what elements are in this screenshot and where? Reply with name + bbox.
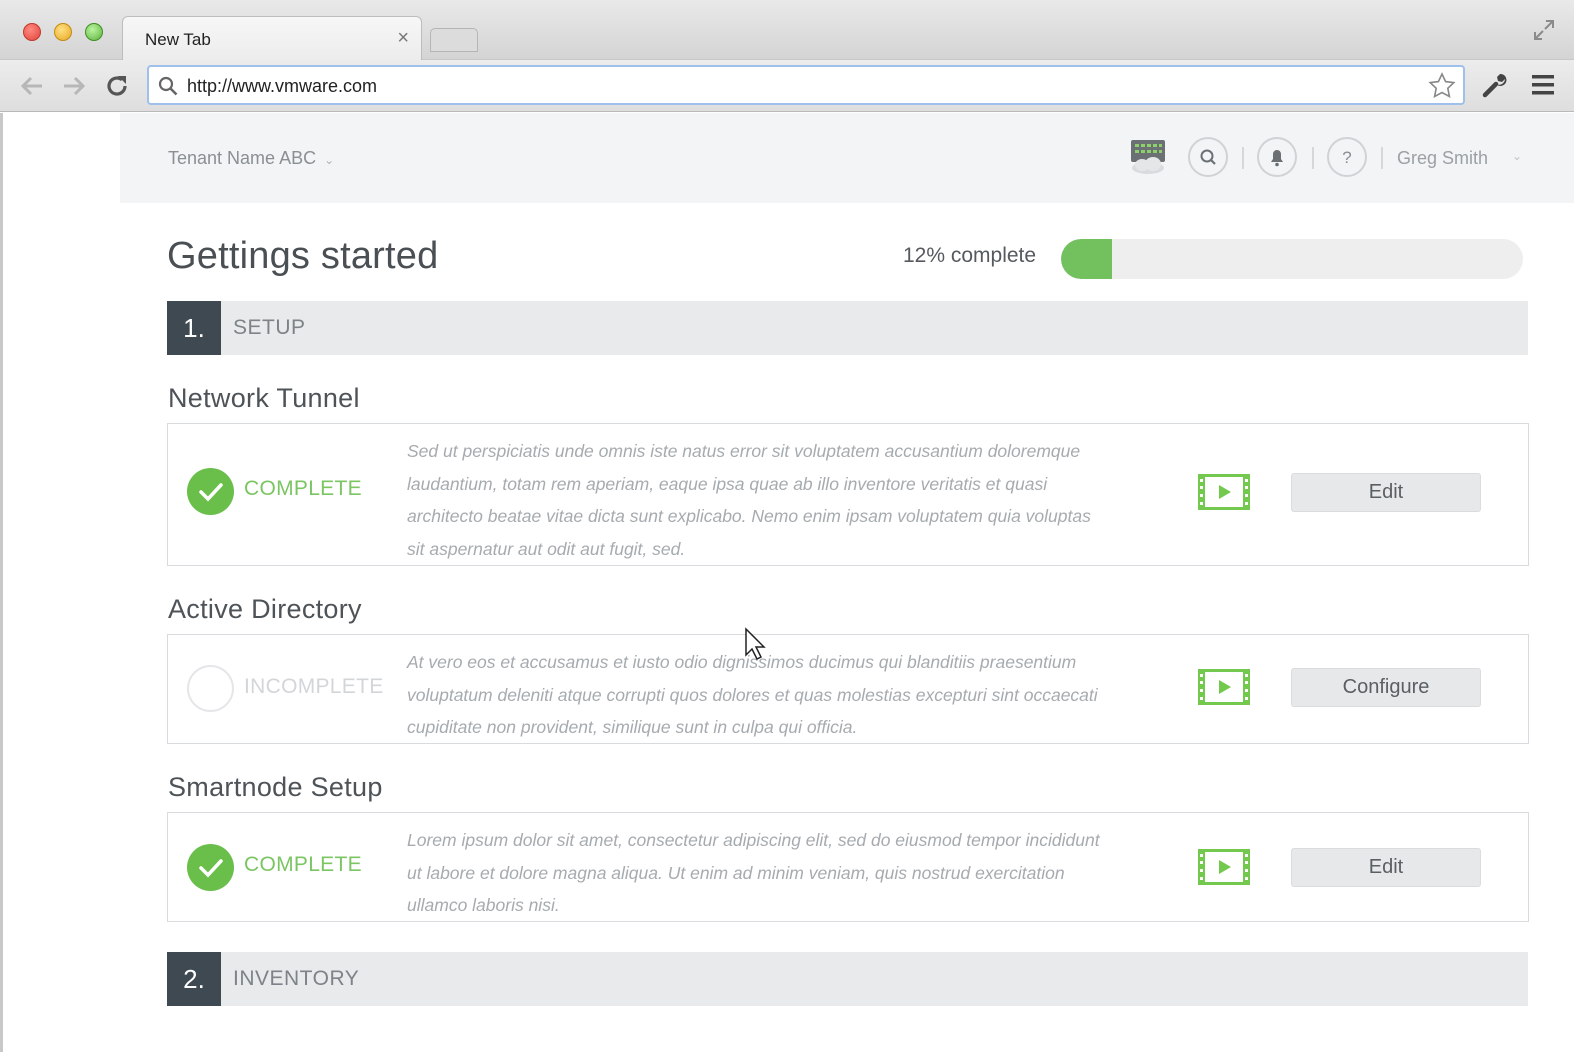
item-title-smartnode-setup: Smartnode Setup (168, 772, 383, 802)
svg-text:?: ? (1342, 148, 1351, 167)
header-help-button[interactable]: ? (1327, 137, 1367, 177)
mouse-cursor-icon (745, 627, 766, 661)
hamburger-menu-icon[interactable] (1530, 72, 1556, 98)
help-icon: ? (1342, 148, 1351, 167)
section-label: INVENTORY (233, 967, 360, 990)
minimize-window-button[interactable] (54, 23, 72, 41)
progress-label: 12% complete (903, 244, 1037, 267)
progress-bar-fill (1061, 239, 1112, 279)
address-bar[interactable]: http://www.vmware.com (147, 65, 1465, 105)
section-label: SETUP (233, 316, 306, 339)
video-icon[interactable] (1198, 669, 1250, 705)
configure-button[interactable]: Configure (1291, 668, 1481, 707)
chevron-down-icon: ⌄ (324, 153, 335, 167)
section-header-inventory[interactable]: 2. INVENTORY (167, 952, 1528, 1006)
setup-card-smartnode-setup: COMPLETE Lorem ipsum dolor sit amet, con… (167, 812, 1529, 922)
apps-cloud-icon[interactable] (1128, 138, 1168, 176)
header-notifications-button[interactable] (1257, 137, 1297, 177)
new-tab-button[interactable] (430, 28, 478, 52)
chevron-down-icon[interactable]: ⌄ (1512, 149, 1522, 163)
tab-close-icon[interactable]: × (397, 27, 409, 50)
divider (1312, 147, 1314, 169)
close-window-button[interactable] (23, 23, 41, 41)
tenant-name: Tenant Name ABC (168, 148, 317, 168)
check-icon (187, 468, 234, 515)
tab-title: New Tab (145, 30, 211, 49)
item-title-active-directory: Active Directory (168, 594, 362, 624)
search-icon (158, 76, 178, 96)
wrench-icon[interactable] (1480, 70, 1510, 100)
setup-card-active-directory: INCOMPLETE At vero eos et accusamus et i… (167, 634, 1529, 744)
status-badge: INCOMPLETE (244, 675, 384, 698)
status-badge: COMPLETE (244, 853, 362, 876)
browser-titlebar: New Tab × (0, 0, 1574, 61)
section-number: 1. (167, 301, 221, 355)
fullscreen-icon[interactable] (1532, 18, 1556, 42)
forward-arrow-icon[interactable] (60, 72, 88, 100)
search-icon (1200, 149, 1216, 165)
item-description: Sed ut perspiciatis unde omnis iste natu… (407, 441, 1091, 560)
status-badge: COMPLETE (244, 477, 362, 500)
browser-tab[interactable]: New Tab × (122, 16, 422, 61)
divider (1242, 147, 1244, 169)
empty-circle-icon (187, 665, 234, 712)
section-number: 2. (167, 952, 221, 1006)
section-header-setup[interactable]: 1. SETUP (167, 301, 1528, 355)
item-title-network-tunnel: Network Tunnel (168, 383, 360, 413)
reload-icon[interactable] (103, 72, 131, 100)
tenant-selector[interactable]: Tenant Name ABC ⌄ (168, 148, 334, 169)
back-arrow-icon[interactable] (18, 72, 46, 100)
bell-icon (1271, 150, 1283, 167)
check-icon (187, 844, 234, 891)
edit-button[interactable]: Edit (1291, 473, 1481, 512)
bookmark-star-icon[interactable] (1427, 71, 1457, 101)
edit-button[interactable]: Edit (1291, 848, 1481, 887)
page-title: Gettings started (167, 235, 439, 277)
video-icon[interactable] (1198, 849, 1250, 885)
header-search-button[interactable] (1188, 137, 1228, 177)
zoom-window-button[interactable] (85, 23, 103, 41)
progress-bar (1061, 239, 1523, 279)
user-menu[interactable]: Greg Smith (1397, 148, 1488, 169)
page-content: Tenant Name ABC ⌄ ? Greg Smith ⌄ Getting… (0, 113, 1574, 1052)
item-description: Lorem ipsum dolor sit amet, consectetur … (407, 830, 1100, 916)
video-icon[interactable] (1198, 474, 1250, 510)
browser-toolbar: http://www.vmware.com (0, 60, 1574, 112)
setup-card-network-tunnel: COMPLETE Sed ut perspiciatis unde omnis … (167, 423, 1529, 566)
app-header: Tenant Name ABC ⌄ ? Greg Smith ⌄ (120, 113, 1574, 203)
divider (1381, 147, 1383, 169)
url-text[interactable]: http://www.vmware.com (187, 76, 377, 97)
